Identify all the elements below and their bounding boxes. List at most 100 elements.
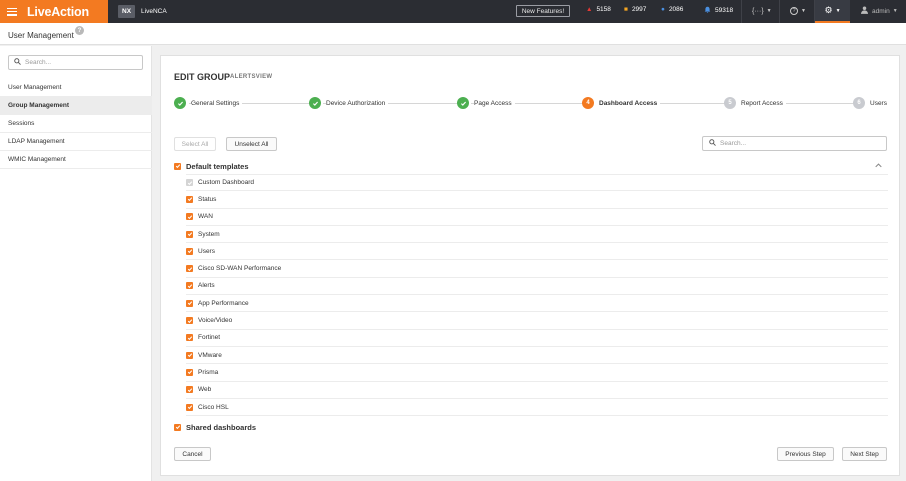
- notifications-counter[interactable]: 59318: [704, 6, 733, 15]
- info-alerts-counter[interactable]: ● 2086: [661, 6, 683, 13]
- step-report-access[interactable]: 5 Report Access: [724, 97, 786, 109]
- list-item[interactable]: Alerts: [186, 278, 888, 296]
- checkbox-checked[interactable]: [186, 386, 193, 394]
- check-icon: [457, 97, 469, 109]
- step-label: Report Access: [741, 99, 786, 107]
- search-icon: [14, 58, 21, 67]
- checkbox-checked[interactable]: [186, 213, 193, 221]
- sidebar-item-ldap-management[interactable]: LDAP Management: [0, 133, 152, 151]
- list-item-label: Prisma: [198, 368, 219, 376]
- settings-dropdown[interactable]: ⚙ ▼: [815, 0, 850, 23]
- select-all-button[interactable]: Select All: [174, 137, 216, 151]
- cancel-button[interactable]: Cancel: [174, 447, 211, 461]
- sidebar-search-input[interactable]: [25, 59, 135, 66]
- list-item-label: WAN: [198, 213, 213, 221]
- sidebar-item-sessions[interactable]: Sessions: [0, 115, 152, 133]
- step-number-badge: 4: [582, 97, 594, 109]
- step-label: Users: [870, 99, 890, 107]
- sidebar-search[interactable]: [8, 55, 143, 70]
- step-dashboard-access[interactable]: 4 Dashboard Access: [582, 97, 661, 109]
- info-alerts-count: 2086: [668, 6, 684, 13]
- square-icon: ■: [624, 6, 628, 13]
- step-users[interactable]: 6 Users: [853, 97, 890, 109]
- list-item-label: Fortinet: [198, 334, 221, 342]
- step-device-authorization[interactable]: Device Authorization: [309, 97, 389, 109]
- list-item-label: Cisco HSL: [198, 403, 229, 411]
- nx-badge[interactable]: NX: [118, 5, 136, 18]
- group-label: Shared dashboards: [186, 422, 257, 432]
- step-label: Dashboard Access: [599, 99, 661, 107]
- list-item-label: VMware: [198, 351, 222, 359]
- help-dropdown[interactable]: ? ▼: [790, 4, 806, 18]
- step-page-access[interactable]: Page Access: [457, 97, 515, 109]
- liveaction-logo[interactable]: LiveAction: [27, 5, 89, 19]
- list-item[interactable]: System: [186, 226, 888, 244]
- bell-icon: [704, 6, 711, 15]
- chevron-up-icon[interactable]: [875, 161, 882, 170]
- list-item-label: Alerts: [198, 282, 215, 290]
- hamburger-menu-icon[interactable]: [7, 7, 17, 16]
- checkbox-checked[interactable]: [186, 317, 193, 325]
- help-icon[interactable]: ?: [75, 26, 84, 35]
- checkbox-checked[interactable]: [174, 423, 181, 431]
- checkbox-checked[interactable]: [174, 162, 181, 170]
- page-title: User Management: [8, 31, 74, 40]
- sidebar-item-user-management[interactable]: User Management: [0, 79, 152, 97]
- list-item[interactable]: Cisco HSL: [186, 399, 888, 417]
- unselect-all-button[interactable]: Unselect All: [226, 137, 277, 151]
- list-item[interactable]: Users: [186, 243, 888, 261]
- list-item[interactable]: Voice/Video: [186, 312, 888, 330]
- list-item-label: Web: [198, 386, 212, 394]
- checkbox-checked[interactable]: [186, 195, 193, 203]
- list-item[interactable]: Fortinet: [186, 330, 888, 347]
- warning-alerts-counter[interactable]: ■ 2997: [624, 6, 646, 13]
- list-item[interactable]: Prisma: [186, 364, 888, 382]
- chevron-down-icon: ▼: [766, 8, 772, 14]
- code-dropdown[interactable]: {···} ▼: [752, 4, 772, 18]
- circle-icon: ●: [661, 6, 665, 13]
- list-item[interactable]: Web: [186, 382, 888, 399]
- dashboard-search-input[interactable]: [720, 140, 880, 147]
- step-number-badge: 6: [853, 97, 865, 109]
- list-item[interactable]: Status: [186, 191, 888, 209]
- panel-title: EDIT GROUP: [174, 72, 231, 82]
- step-number-badge: 5: [724, 97, 736, 109]
- notifications-count: 59318: [715, 7, 734, 14]
- list-item[interactable]: Cisco SD-WAN Performance: [186, 261, 888, 278]
- sidebar-item-group-management[interactable]: Group Management: [0, 97, 152, 115]
- checkbox-checked[interactable]: [186, 368, 193, 376]
- checkbox-checked[interactable]: [186, 334, 193, 342]
- checkbox-checked[interactable]: [186, 230, 193, 238]
- username-label: admin: [872, 7, 890, 15]
- dashboard-search[interactable]: [702, 136, 887, 151]
- check-icon: [174, 97, 186, 109]
- previous-step-button[interactable]: Previous Step: [777, 447, 834, 461]
- list-item-label: App Performance: [198, 299, 249, 307]
- checkbox-checked[interactable]: [186, 265, 193, 273]
- step-general-settings[interactable]: General Settings: [174, 97, 243, 109]
- list-item[interactable]: VMware: [186, 347, 888, 365]
- list-item[interactable]: WAN: [186, 209, 888, 226]
- sidebar-item-wmic-management[interactable]: WMIC Management: [0, 151, 152, 169]
- checkbox-checked[interactable]: [186, 282, 193, 290]
- group-default-templates[interactable]: Default templates: [174, 160, 249, 172]
- help-circle-icon: ?: [790, 7, 798, 15]
- step-label: General Settings: [191, 99, 243, 107]
- user-menu[interactable]: admin ▼: [861, 6, 898, 16]
- topbar-divider: [741, 0, 742, 23]
- checkbox-checked[interactable]: [186, 403, 193, 411]
- list-item[interactable]: Custom Dashboard: [186, 174, 888, 192]
- group-shared-dashboards[interactable]: Shared dashboards: [174, 421, 256, 433]
- list-item[interactable]: App Performance: [186, 295, 888, 313]
- search-icon: [709, 139, 716, 148]
- chevron-down-icon: ▼: [835, 7, 841, 14]
- critical-alerts-counter[interactable]: ▲ 5158: [586, 6, 611, 13]
- checkbox-checked[interactable]: [186, 299, 193, 307]
- new-features-button[interactable]: New Features!: [516, 5, 570, 17]
- checkbox-checked[interactable]: [186, 351, 193, 359]
- list-item-label: System: [198, 230, 220, 238]
- next-step-button[interactable]: Next Step: [842, 447, 887, 461]
- checkbox-checked[interactable]: [186, 247, 193, 255]
- list-item-label: Custom Dashboard: [198, 179, 254, 187]
- app-name[interactable]: LiveNCA: [141, 8, 167, 15]
